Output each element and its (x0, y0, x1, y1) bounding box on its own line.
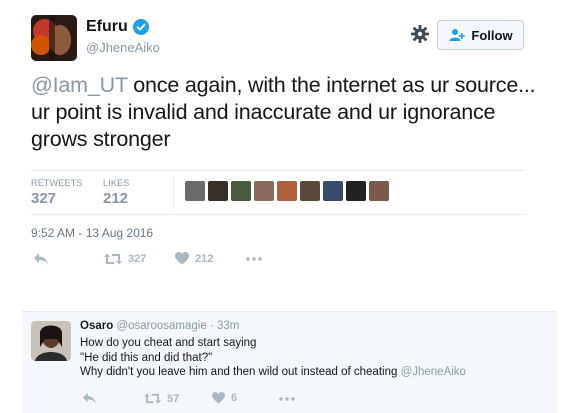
author-handle[interactable]: @JheneAiko (86, 40, 160, 55)
verified-badge-icon (132, 19, 149, 35)
heart-icon (175, 252, 189, 265)
like-count: 212 (195, 252, 214, 265)
reply-time[interactable]: 33m (217, 320, 239, 332)
retweet-icon (144, 393, 161, 404)
reply-author-handle[interactable]: @osaroosamagie (116, 320, 206, 332)
more-icon (279, 397, 295, 401)
author-avatar[interactable] (31, 15, 77, 61)
tweet-timestamp[interactable]: 9:52 AM - 13 Aug 2016 (31, 226, 153, 240)
liker-avatar[interactable] (185, 181, 205, 201)
reply-author-name[interactable]: Osaro (80, 320, 113, 332)
reply-separator: · (206, 320, 217, 332)
reply-icon (83, 392, 96, 405)
reply-line-1: How do you cheat and start saying (80, 337, 257, 349)
author-name-text[interactable]: Efuru (86, 18, 128, 36)
reply-retweet-button[interactable]: 57 (144, 392, 179, 405)
retweet-button[interactable]: 327 (104, 252, 146, 266)
retweet-count: 327 (128, 253, 147, 265)
stats-divider-top (31, 170, 525, 171)
liker-avatar[interactable] (231, 181, 251, 201)
like-button[interactable]: 212 (175, 252, 213, 265)
likers-avatars (185, 181, 389, 201)
liker-avatar[interactable] (346, 181, 366, 201)
tweet-mention-link[interactable]: @Iam_UT (31, 73, 128, 97)
retweets-stat[interactable]: RETWEETS 327 (31, 178, 83, 207)
add-user-icon (449, 29, 466, 41)
likes-stat[interactable]: LIKES 212 (103, 178, 130, 207)
liker-avatar[interactable] (300, 181, 320, 201)
retweet-icon (104, 253, 122, 265)
reply-line-3: Why didn't you leave him and then wild o… (80, 365, 550, 380)
stats-divider-bottom (31, 214, 525, 215)
liker-avatar[interactable] (254, 181, 274, 201)
likes-label: LIKES (103, 178, 130, 188)
follow-label: Follow (471, 27, 513, 43)
liker-avatar[interactable] (369, 181, 389, 201)
follow-button[interactable]: Follow (437, 20, 524, 50)
gear-icon[interactable] (410, 24, 430, 44)
retweets-count: 327 (31, 190, 57, 207)
author-name[interactable]: Efuru (86, 18, 149, 36)
more-button[interactable] (245, 252, 263, 266)
main-tweet: Efuru @JheneAiko Follow @Iam_UT once aga… (0, 0, 561, 300)
liker-avatar[interactable] (323, 181, 343, 201)
reply-retweet-count: 57 (167, 392, 180, 405)
reply-reply-button[interactable] (82, 392, 97, 405)
reply-author-avatar[interactable] (31, 321, 71, 361)
reply-like-button[interactable]: 6 (212, 392, 237, 404)
reply-like-count: 6 (231, 392, 238, 404)
reply-button[interactable] (33, 252, 49, 266)
reply-line-2: "He did this and did that?" (80, 351, 213, 364)
more-icon (246, 257, 262, 261)
reply-header: Osaro @osaroosamagie · 33m (80, 320, 239, 332)
reply-more-button[interactable] (278, 392, 296, 406)
retweets-label: RETWEETS (31, 178, 83, 188)
liker-avatar[interactable] (208, 181, 228, 201)
reply-tweet[interactable]: Osaro @osaroosamagie · 33m How do you ch… (22, 311, 557, 413)
reply-line-3-text: Why didn't you leave him and then wild o… (80, 366, 401, 378)
liker-avatar[interactable] (277, 181, 297, 201)
heart-icon (212, 392, 225, 404)
stats-vertical-divider (173, 176, 174, 210)
tweet-text: @Iam_UT once again, with the internet as… (31, 72, 541, 153)
likes-count: 212 (103, 190, 129, 207)
reply-icon (34, 253, 48, 265)
reply-text: How do you cheat and start saying "He di… (80, 336, 550, 380)
reply-mention-link[interactable]: @JheneAiko (401, 366, 466, 378)
